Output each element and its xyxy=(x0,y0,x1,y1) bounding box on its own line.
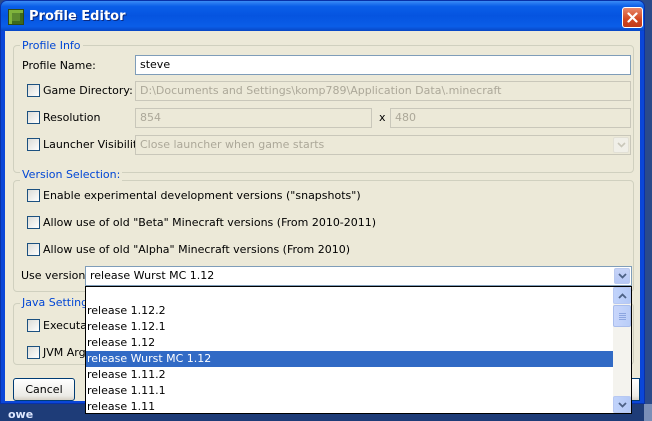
profile-info-legend: Profile Info xyxy=(20,39,83,52)
resolution-width-field[interactable]: 854 xyxy=(135,108,372,128)
resolution-height-field[interactable]: 480 xyxy=(390,108,631,128)
use-version-value: release Wurst MC 1.12 xyxy=(90,269,215,282)
scroll-up-icon xyxy=(617,292,627,299)
chevron-down-icon xyxy=(617,273,627,279)
profile-name-label: Profile Name: xyxy=(22,59,96,72)
executable-checkbox[interactable] xyxy=(27,319,40,332)
desktop-window-edge xyxy=(644,404,652,421)
profile-name-field[interactable]: steve xyxy=(135,55,631,75)
use-version-dropdown-button[interactable] xyxy=(614,268,630,284)
close-button[interactable] xyxy=(622,7,643,28)
version-option[interactable]: release 1.12.2 xyxy=(86,303,613,319)
dropdown-scrollbar[interactable] xyxy=(613,287,631,413)
cancel-button[interactable]: Cancel xyxy=(13,378,75,401)
version-dropdown-list[interactable]: release 1.12.2 release 1.12.1 release 1.… xyxy=(85,286,632,414)
use-version-label: Use version: xyxy=(21,269,90,282)
launcher-visibility-label: Launcher Visibility xyxy=(43,138,144,151)
version-option-selected[interactable]: release Wurst MC 1.12 xyxy=(86,351,613,367)
resolution-separator: x xyxy=(379,111,386,124)
scrollbar-thumb[interactable] xyxy=(613,305,631,327)
jvm-arguments-checkbox[interactable] xyxy=(27,346,40,359)
version-selection-legend: Version Selection: xyxy=(20,168,123,181)
alpha-versions-checkbox[interactable] xyxy=(27,243,40,256)
version-option[interactable]: release 1.12 xyxy=(86,335,613,351)
resolution-label: Resolution xyxy=(43,111,101,124)
version-option[interactable]: release 1.11.2 xyxy=(86,367,613,383)
version-option[interactable]: release 1.12.1 xyxy=(86,319,613,335)
resolution-checkbox[interactable] xyxy=(27,111,40,124)
scroll-down-button[interactable] xyxy=(613,396,631,413)
game-directory-checkbox[interactable] xyxy=(27,84,40,97)
beta-versions-checkbox[interactable] xyxy=(27,216,40,229)
use-version-combo[interactable]: release Wurst MC 1.12 xyxy=(85,266,632,286)
scroll-up-button[interactable] xyxy=(613,287,631,304)
version-option[interactable]: release 1.11.1 xyxy=(86,383,613,399)
desktop-text: owe xyxy=(8,408,34,421)
minecraft-grass-icon xyxy=(8,9,24,25)
beta-versions-label: Allow use of old "Beta" Minecraft versio… xyxy=(43,216,377,229)
chevron-down-icon xyxy=(616,142,626,148)
window-title: Profile Editor xyxy=(29,9,126,24)
scroll-down-icon xyxy=(617,401,627,408)
snapshots-checkbox[interactable] xyxy=(27,189,40,202)
title-bar[interactable]: Profile Editor xyxy=(1,1,644,31)
close-icon xyxy=(627,12,638,23)
launcher-visibility-dropdown-button[interactable] xyxy=(613,137,629,153)
game-directory-field[interactable]: D:\Documents and Settings\komp789\Applic… xyxy=(135,81,631,101)
launcher-visibility-combo[interactable]: Close launcher when game starts xyxy=(135,135,631,155)
version-option[interactable]: release 1.11 xyxy=(86,399,613,413)
launcher-visibility-value: Close launcher when game starts xyxy=(140,138,325,151)
game-directory-label: Game Directory: xyxy=(43,84,133,97)
launcher-visibility-checkbox[interactable] xyxy=(27,138,40,151)
snapshots-label: Enable experimental development versions… xyxy=(43,189,361,202)
alpha-versions-label: Allow use of old "Alpha" Minecraft versi… xyxy=(43,243,351,256)
